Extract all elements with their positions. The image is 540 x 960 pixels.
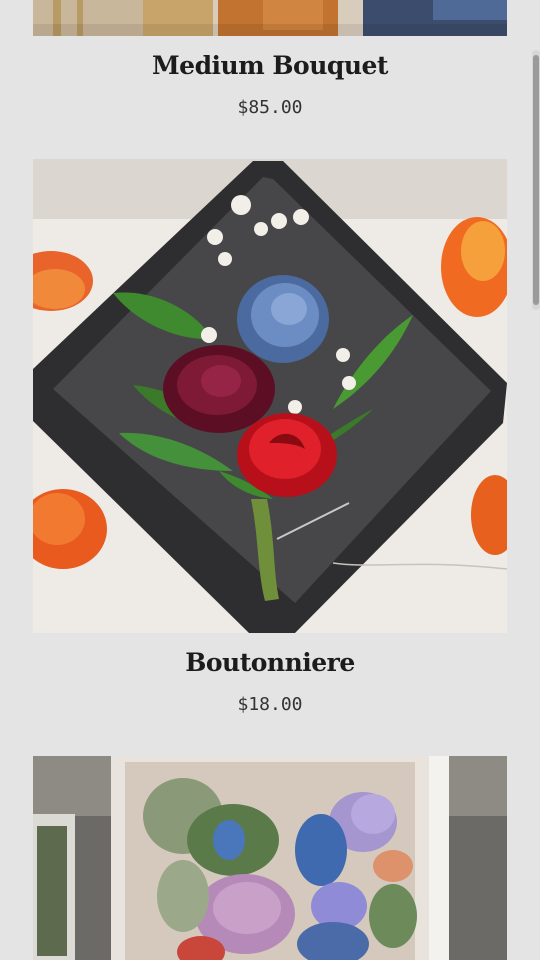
product-title[interactable]: Medium Bouquet [0, 51, 540, 80]
product-image-boutonniere[interactable] [33, 159, 507, 633]
product-image-flower-box[interactable] [33, 756, 507, 960]
product-image-medium-bouquet[interactable] [33, 0, 507, 36]
flower-box-photo [33, 756, 507, 960]
product-title[interactable]: Boutonniere [0, 648, 540, 677]
product-price: $85.00 [237, 97, 303, 118]
scrollbar-thumb[interactable] [533, 55, 539, 305]
product-grid-page: Medium Bouquet $85.00 Boutonniere $18.00 [0, 0, 540, 960]
boutonniere-photo [33, 159, 507, 633]
product-price: $18.00 [237, 694, 303, 715]
medium-bouquet-photo [33, 0, 507, 36]
